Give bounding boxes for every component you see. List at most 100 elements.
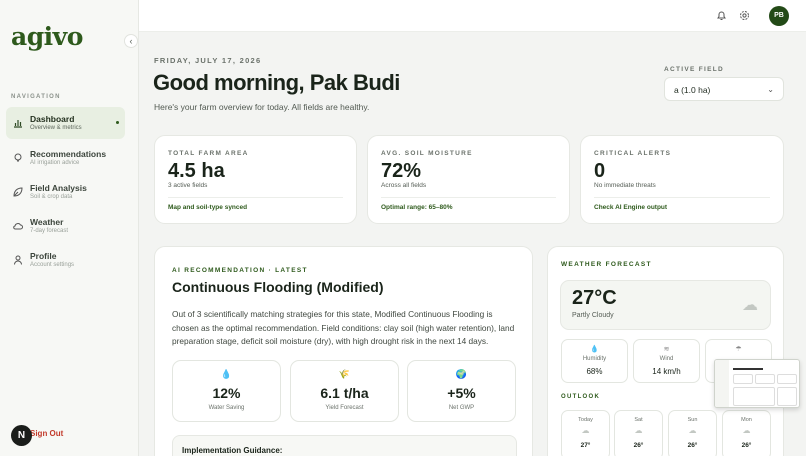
wind-icon: ≋: [663, 346, 670, 353]
metric-value: 12%: [212, 385, 241, 401]
metric-label: Yield Forecast: [325, 405, 364, 411]
stat-value: 0: [594, 160, 606, 182]
rice-icon: 🌾: [338, 369, 351, 379]
metric-water-saving: 💧 12% Water Saving: [172, 360, 281, 422]
user-icon: [14, 255, 22, 265]
topbar: [139, 0, 806, 32]
day-name: Mon: [741, 417, 752, 423]
stat-sub: Across all fields: [381, 182, 427, 189]
stat-sub: 3 active fields: [168, 182, 208, 189]
stat-card-farm-area: TOTAL FARM AREA 4.5 ha 3 active fields M…: [154, 135, 357, 224]
cloud-icon: [13, 223, 23, 230]
stat-sub: No immediate threats: [594, 182, 656, 189]
weather-humidity: 💧 Humidity 68%: [561, 339, 628, 383]
thumbnail-card: [777, 387, 797, 406]
umbrella-icon: ☂: [735, 346, 742, 353]
stat-foot: Optimal range: 65–80%: [381, 204, 453, 211]
guidance-label: Implementation Guidance:: [182, 446, 283, 455]
divider: [168, 197, 343, 198]
gear-icon[interactable]: [739, 10, 750, 21]
page-title: Good morning, Pak Budi: [153, 70, 400, 95]
thumbnail-heading: [733, 368, 763, 370]
active-field-select[interactable]: a (1.0 ha) ⌄: [664, 77, 784, 101]
sidebar-item-profile[interactable]: Profile Account settings: [6, 244, 125, 276]
thumbnail-card: [777, 374, 797, 384]
sidebar-item-weather[interactable]: Weather 7-day forecast: [6, 210, 125, 242]
bell-icon[interactable]: [716, 10, 727, 21]
stat-label: AVG. SOIL MOISTURE: [381, 150, 473, 157]
active-indicator: [116, 121, 119, 124]
weather-detail-label: Humidity: [582, 356, 607, 362]
user-avatar[interactable]: PB: [769, 6, 789, 26]
day-name: Sun: [687, 417, 698, 423]
metric-label: Water Saving: [208, 405, 245, 411]
sidebar-item-sub: Overview & metrics: [30, 125, 82, 131]
forecast-day: Mon ☁ 26°: [722, 410, 771, 456]
forecast-day: Today ☁ 27°: [561, 410, 610, 456]
thumbnail-card: [755, 374, 775, 384]
weather-condition: Partly Cloudy: [572, 312, 614, 319]
metric-net-gwp: 🌍 +5% Net GWP: [407, 360, 516, 422]
cloud-icon: ☁: [634, 426, 643, 435]
weather-label: WEATHER FORECAST: [561, 261, 652, 268]
recommendation-title: Continuous Flooding (Modified): [172, 279, 384, 295]
sidebar-item-label: Profile: [30, 251, 57, 261]
day-temp: 26°: [633, 442, 644, 449]
stat-value: 72%: [381, 160, 422, 182]
weather-card: WEATHER FORECAST 27°C Partly Cloudy ☁ 💧 …: [547, 246, 784, 456]
weather-detail-label: Wind: [659, 356, 674, 362]
forecast-day: Sun ☁ 26°: [668, 410, 717, 456]
page-subtitle: Here's your farm overview for today. All…: [154, 102, 370, 112]
cloud-icon: ☁: [581, 426, 590, 435]
water-drop-icon: 💧: [220, 369, 233, 379]
chevron-down-icon: ⌄: [767, 85, 774, 94]
brand-logo[interactable]: agivo: [11, 22, 83, 51]
sidebar-item-sub: 7-day forecast: [30, 228, 69, 234]
thumbnail-sidebar: [715, 360, 729, 407]
bar-chart-icon: [14, 120, 22, 128]
stat-foot: Map and soil-type synced: [168, 204, 248, 211]
forecast-day: Sat ☁ 26°: [614, 410, 663, 456]
metric-label: Net GWP: [448, 405, 475, 411]
nav-heading: NAVIGATION: [11, 94, 61, 100]
current-date: FRIDAY, JULY 17, 2026: [154, 56, 262, 65]
day-temp: 26°: [687, 442, 698, 449]
sidebar-item-field-analysis[interactable]: Field Analysis Soil & crop data: [6, 176, 125, 208]
metric-value: +5%: [447, 385, 476, 401]
thumbnail-card: [733, 387, 775, 406]
divider: [594, 197, 770, 198]
cloud-icon: ☁: [742, 426, 751, 435]
sidebar-item-sub: Account settings: [30, 262, 75, 268]
metric-yield-forecast: 🌾 6.1 t/ha Yield Forecast: [290, 360, 399, 422]
sign-out-button[interactable]: Sign Out: [30, 429, 63, 438]
active-field-label: ACTIVE FIELD: [664, 66, 725, 73]
stat-label: CRITICAL ALERTS: [594, 150, 672, 157]
collapse-sidebar-button[interactable]: ‹: [124, 34, 138, 48]
outlook-label: OUTLOOK: [561, 394, 601, 400]
weather-temp: 27°C: [572, 287, 617, 309]
day-name: Today: [578, 417, 593, 423]
implementation-guidance: Implementation Guidance:: [172, 435, 517, 456]
recommendation-card: AI RECOMMENDATION · LATEST Continuous Fl…: [154, 246, 533, 456]
metric-value: 6.1 t/ha: [320, 385, 369, 401]
sidebar-item-label: Dashboard: [30, 114, 75, 124]
weather-current: 27°C Partly Cloudy ☁: [560, 280, 771, 330]
recommendation-body: Out of 3 scientifically matching strateg…: [172, 309, 515, 346]
weather-detail-value: 14 km/h: [652, 367, 681, 376]
sidebar-item-sub: Soil & crop data: [30, 194, 73, 200]
stat-value: 4.5 ha: [168, 160, 225, 182]
globe-icon: 🌍: [455, 369, 468, 379]
active-field-value: a (1.0 ha): [674, 85, 711, 95]
sidebar-item-label: Recommendations: [30, 149, 107, 159]
leaf-icon: [13, 187, 23, 197]
weather-detail-value: 68%: [586, 367, 603, 376]
lightbulb-icon: [14, 153, 22, 162]
sidebar-item-dashboard[interactable]: Dashboard Overview & metrics: [6, 107, 125, 139]
humidity-icon: 💧: [590, 346, 599, 353]
sidebar-item-label: Field Analysis: [30, 183, 87, 193]
sidebar: agivo ‹ NAVIGATION Dashboard Overview & …: [0, 0, 139, 456]
sidebar-item-recommendations[interactable]: Recommendations AI irrigation advice: [6, 142, 125, 174]
screenshot-thumbnail[interactable]: [714, 359, 800, 408]
recommendation-label: AI RECOMMENDATION · LATEST: [172, 267, 308, 274]
bottom-avatar[interactable]: N: [11, 425, 32, 446]
